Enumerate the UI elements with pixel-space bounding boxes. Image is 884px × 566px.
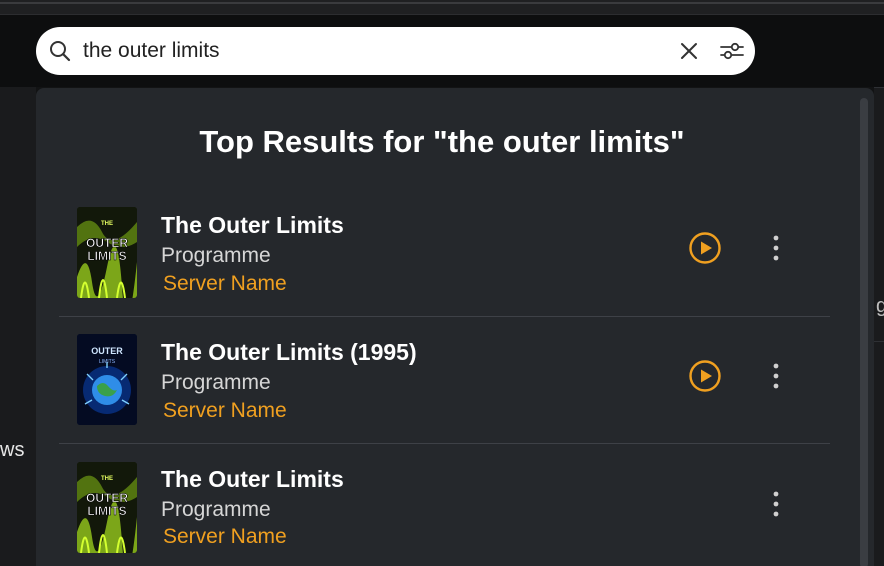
more-options-icon[interactable] — [767, 361, 785, 391]
divider — [874, 87, 884, 88]
result-item[interactable]: OUTER LIMITS The Outer Limits (1995) Pro… — [59, 317, 830, 444]
result-type: Programme — [161, 244, 271, 267]
svg-text:LIMITS: LIMITS — [99, 359, 116, 365]
result-item[interactable]: THE OUTER LIMITS The Outer Limits Progra… — [59, 190, 830, 317]
play-icon[interactable] — [688, 359, 722, 393]
result-title[interactable]: The Outer Limits — [161, 212, 344, 239]
result-title[interactable]: The Outer Limits (1995) — [161, 339, 417, 366]
result-server: Server Name — [163, 525, 287, 548]
window-top-bar — [0, 0, 884, 15]
svg-text:THE: THE — [101, 221, 113, 227]
poster-thumbnail[interactable]: OUTER LIMITS — [77, 334, 137, 425]
outer-limits-1995-poster: OUTER LIMITS — [77, 334, 137, 425]
svg-text:LIMITS: LIMITS — [87, 504, 126, 518]
result-server: Server Name — [163, 272, 287, 295]
result-server: Server Name — [163, 399, 287, 422]
result-item[interactable]: THE OUTER LIMITS The Outer Limits Progra… — [59, 444, 830, 566]
more-options-icon[interactable] — [767, 233, 785, 263]
more-options-icon[interactable] — [767, 489, 785, 519]
svg-text:LIMITS: LIMITS — [87, 249, 126, 263]
search-input[interactable] — [83, 36, 643, 66]
svg-text:OUTER: OUTER — [86, 491, 128, 505]
svg-text:THE: THE — [101, 476, 113, 482]
search-icon — [50, 41, 71, 62]
play-icon[interactable] — [688, 231, 722, 265]
background-content-left: ws — [0, 87, 36, 566]
result-type: Programme — [161, 371, 271, 394]
outer-limits-poster: THE OUTER LIMITS — [77, 462, 137, 553]
result-title[interactable]: The Outer Limits — [161, 466, 344, 493]
poster-thumbnail[interactable]: THE OUTER LIMITS — [77, 207, 137, 298]
scrollbar[interactable] — [860, 98, 868, 566]
search-results-dropdown: Top Results for "the outer limits" THE O… — [36, 88, 874, 566]
top-divider — [0, 2, 884, 4]
close-icon[interactable] — [678, 40, 700, 62]
search-bar[interactable] — [36, 27, 755, 75]
results-heading: Top Results for "the outer limits" — [199, 124, 685, 159]
result-type: Programme — [161, 498, 271, 521]
outer-limits-poster: THE OUTER LIMITS — [77, 207, 137, 298]
background-text-fragment: ws — [0, 439, 25, 461]
poster-thumbnail[interactable]: THE OUTER LIMITS — [77, 462, 137, 553]
divider — [874, 341, 884, 342]
filter-sliders-icon[interactable] — [719, 39, 745, 63]
svg-text:OUTER: OUTER — [86, 236, 128, 250]
background-text-fragment: g — [876, 295, 884, 317]
background-content-right: g — [874, 87, 884, 566]
svg-text:OUTER: OUTER — [91, 346, 123, 356]
